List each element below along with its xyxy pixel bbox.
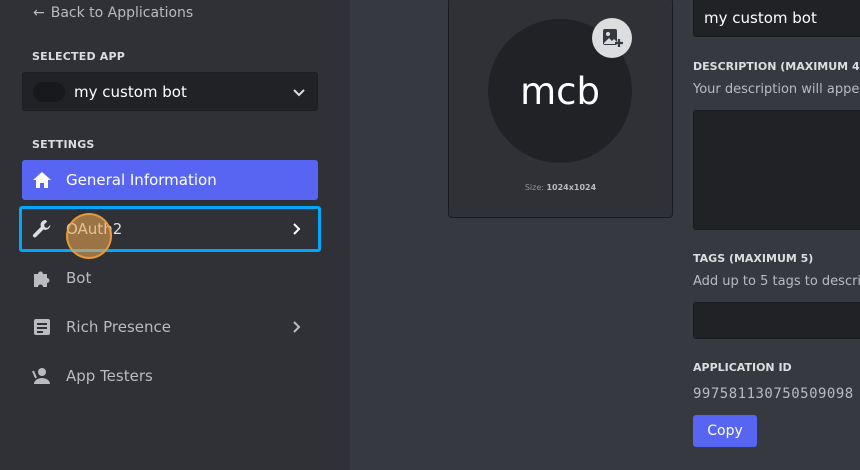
sidebar-item-general-information[interactable]: General Information [22, 160, 318, 200]
description-help: Your description will appear i [693, 82, 860, 97]
back-to-applications-link[interactable]: ← Back to Applications [33, 5, 193, 21]
tags-label: TAGS (MAXIMUM 5) [693, 252, 814, 265]
application-id-value: 997581130750509098 [693, 386, 854, 402]
tags-help: Add up to 5 tags to describe [693, 274, 860, 289]
sidebar-item-label: Bot [66, 269, 92, 287]
sidebar-item-oauth2[interactable]: OAuth2 [19, 206, 321, 252]
tags-input[interactable] [693, 302, 860, 339]
app-name-value: my custom bot [704, 8, 817, 27]
description-textarea[interactable] [693, 110, 860, 230]
home-icon [31, 169, 53, 191]
back-link-label: Back to Applications [50, 5, 194, 21]
wrench-icon [31, 218, 53, 240]
size-prefix: Size: [524, 183, 544, 192]
description-label: DESCRIPTION (MAXIMUM 400 [693, 60, 860, 73]
sidebar-item-label: General Information [66, 171, 217, 189]
image-add-icon [603, 29, 623, 47]
application-id-label: APPLICATION ID [693, 361, 792, 374]
app-name-input[interactable]: my custom bot [693, 0, 860, 37]
chevron-right-icon [293, 223, 301, 235]
settings-label: SETTINGS [32, 138, 95, 151]
selected-app-name: my custom bot [74, 82, 187, 101]
sidebar-item-bot[interactable]: Bot [22, 258, 318, 298]
sidebar-item-label: Rich Presence [66, 318, 171, 336]
chevron-right-icon [293, 321, 301, 333]
sidebar: ← Back to Applications SELECTED APP my c… [0, 0, 350, 470]
app-selector-dropdown[interactable]: my custom bot [22, 72, 318, 111]
upload-image-button[interactable] [592, 18, 632, 58]
size-value: 1024x1024 [546, 183, 597, 192]
app-avatar [33, 81, 65, 102]
sidebar-item-label: App Testers [66, 367, 153, 385]
app-icon-initials: mcb [520, 69, 600, 113]
copy-button[interactable]: Copy [693, 415, 757, 447]
sidebar-item-label: OAuth2 [66, 220, 123, 238]
sidebar-item-rich-presence[interactable]: Rich Presence [22, 307, 318, 347]
sidebar-item-app-testers[interactable]: App Testers [22, 356, 318, 396]
copy-button-label: Copy [707, 423, 743, 439]
arrow-left-icon: ← [33, 5, 45, 21]
document-icon [31, 316, 53, 338]
puzzle-icon [31, 267, 53, 289]
icon-size-note: Size: 1024x1024 [448, 183, 673, 192]
selected-app-label: SELECTED APP [32, 50, 126, 63]
person-icon [31, 365, 53, 387]
chevron-down-icon [293, 88, 305, 96]
